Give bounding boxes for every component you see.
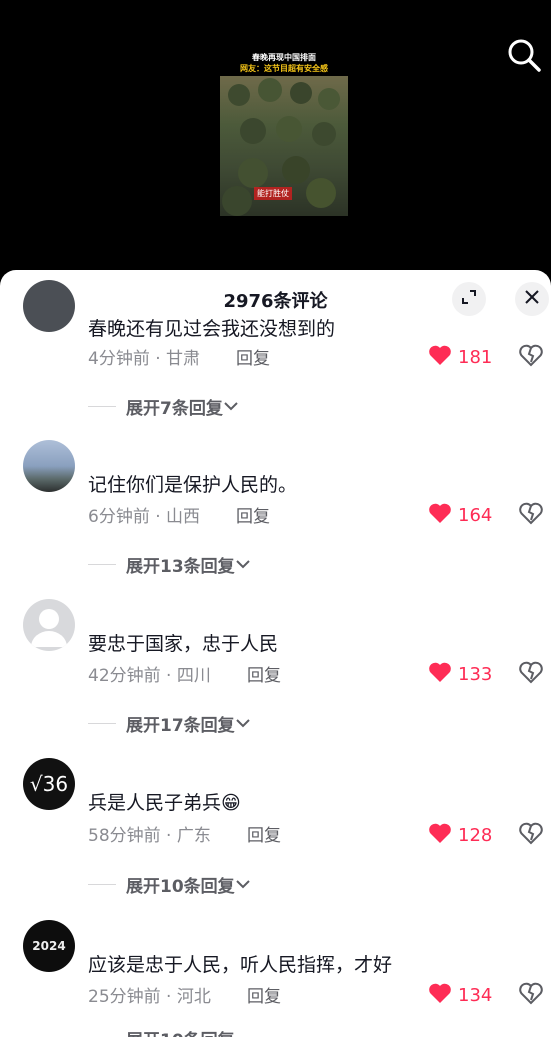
comment-item: 要忠于国家，忠于人民 42分钟前 · 四川 回复 133 展开17条回复 xyxy=(0,599,551,749)
avatar[interactable]: √36 xyxy=(23,758,75,810)
like-count: 133 xyxy=(458,663,493,685)
comment-text: 春晚还有见过会我还没想到的 xyxy=(88,318,336,340)
chevron-down-icon xyxy=(223,397,239,416)
like-count: 128 xyxy=(458,824,493,846)
heart-icon xyxy=(428,982,452,1008)
divider xyxy=(88,406,116,407)
video-tag: 能打胜仗 xyxy=(254,187,292,200)
video-caption-line1: 春晚再现中国排面 xyxy=(252,53,316,62)
reply-button[interactable]: 回复 xyxy=(236,502,270,527)
chevron-down-icon xyxy=(235,875,251,894)
like-button[interactable]: 181 xyxy=(428,344,492,370)
comment-time-location: 25分钟前 · 河北 xyxy=(88,987,211,1007)
comment-item: 春晚还有见过会我还没想到的 4分钟前 · 甘肃 回复 181 展开7条回复 xyxy=(0,270,551,430)
reply-button[interactable]: 回复 xyxy=(247,982,281,1007)
expand-replies-button[interactable]: 展开13条回复 xyxy=(88,552,251,577)
comment-time-location: 4分钟前 · 甘肃 xyxy=(88,349,201,369)
dislike-icon[interactable] xyxy=(518,980,544,1006)
avatar[interactable] xyxy=(23,599,75,651)
expand-replies-label: 展开10条回复 xyxy=(126,877,235,897)
expand-replies-label: 展开10条回复 xyxy=(126,1026,235,1037)
comment-text: 记住你们是保护人民的。 xyxy=(88,474,298,496)
heart-icon xyxy=(428,661,452,687)
expand-replies-button[interactable]: 展开10条回复 xyxy=(88,1026,235,1037)
comment-time-location: 58分钟前 · 广东 xyxy=(88,826,211,846)
heart-icon xyxy=(428,822,452,848)
like-button[interactable]: 164 xyxy=(428,502,492,528)
video-thumbnail[interactable]: 春晚再现中国排面 网友：这节目超有安全感 能打胜仗 xyxy=(220,48,348,216)
like-button[interactable]: 134 xyxy=(428,982,492,1008)
search-icon[interactable] xyxy=(505,36,543,74)
avatar[interactable]: 2024 xyxy=(23,920,75,972)
like-count: 164 xyxy=(458,504,493,526)
expand-replies-label: 展开17条回复 xyxy=(126,716,235,736)
comment-sheet: 2976条评论 春晚还有见过会我还没想到的 4分钟前 · 甘肃 回复 181 展… xyxy=(0,270,551,1037)
avatar[interactable] xyxy=(23,280,75,332)
video-caption-line2: 网友：这节目超有安全感 xyxy=(240,64,328,73)
divider xyxy=(88,723,116,724)
like-button[interactable]: 128 xyxy=(428,822,492,848)
expand-replies-button[interactable]: 展开10条回复 xyxy=(88,872,251,897)
reply-button[interactable]: 回复 xyxy=(247,661,281,686)
comment-item: √36 兵是人民子弟兵😁 58分钟前 · 广东 回复 128 展开10条回复 xyxy=(0,758,551,913)
divider xyxy=(88,564,116,565)
like-count: 181 xyxy=(458,346,493,368)
reply-button[interactable]: 回复 xyxy=(247,821,281,846)
avatar[interactable] xyxy=(23,440,75,492)
expand-replies-button[interactable]: 展开7条回复 xyxy=(88,394,239,419)
chevron-down-icon xyxy=(235,714,251,733)
dislike-icon[interactable] xyxy=(518,342,544,368)
heart-icon xyxy=(428,344,452,370)
comment-text: 应该是忠于人民，听人民指挥，才好 xyxy=(88,954,393,976)
expand-replies-label: 展开7条回复 xyxy=(126,399,223,419)
expand-replies-label: 展开13条回复 xyxy=(126,557,235,577)
comment-item: 记住你们是保护人民的。 6分钟前 · 山西 回复 164 展开13条回复 xyxy=(0,440,551,590)
comment-text: 兵是人民子弟兵😁 xyxy=(88,792,241,814)
chevron-down-icon xyxy=(235,555,251,574)
comment-text: 要忠于国家，忠于人民 xyxy=(88,633,279,655)
dislike-icon[interactable] xyxy=(518,500,544,526)
divider xyxy=(88,884,116,885)
like-count: 134 xyxy=(458,984,493,1006)
comment-item: 2024 应该是忠于人民，听人民指挥，才好 25分钟前 · 河北 回复 134 … xyxy=(0,920,551,1037)
like-button[interactable]: 133 xyxy=(428,661,492,687)
avatar-label: √36 xyxy=(29,772,69,796)
comment-time-location: 42分钟前 · 四川 xyxy=(88,666,211,686)
reply-button[interactable]: 回复 xyxy=(236,344,270,369)
avatar-label: 2024 xyxy=(32,939,66,953)
dislike-icon[interactable] xyxy=(518,659,544,685)
expand-replies-button[interactable]: 展开17条回复 xyxy=(88,711,251,736)
video-player[interactable]: 春晚再现中国排面 网友：这节目超有安全感 能打胜仗 xyxy=(0,0,551,285)
comment-time-location: 6分钟前 · 山西 xyxy=(88,507,201,527)
dislike-icon[interactable] xyxy=(518,820,544,846)
heart-icon xyxy=(428,502,452,528)
